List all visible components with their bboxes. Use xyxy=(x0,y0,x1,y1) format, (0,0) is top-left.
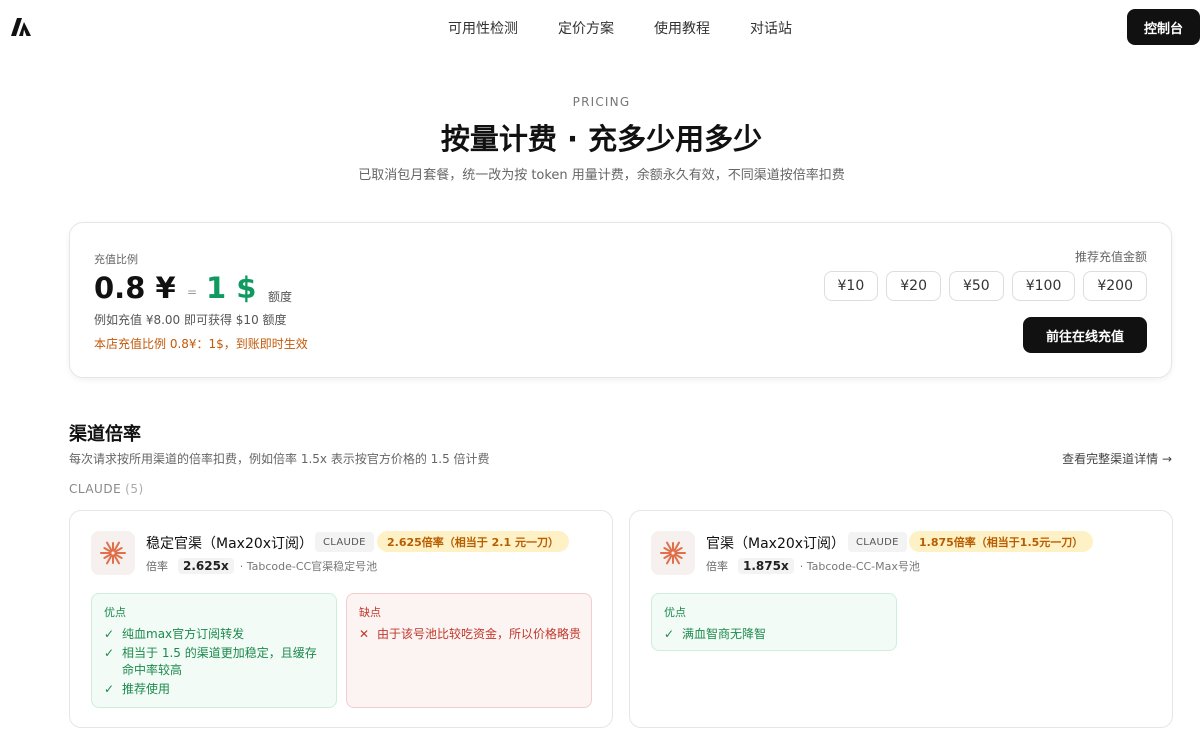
channel-tag: CLAUDE xyxy=(848,532,907,552)
rate-equals: = xyxy=(187,285,198,299)
channel-source: · Tabcode-CC官渠稳定号池 xyxy=(239,560,378,573)
channel-meta: 倍率 1.875x · Tabcode-CC-Max号池 xyxy=(706,558,920,574)
amount-chip-100[interactable]: ¥100 xyxy=(1011,271,1076,301)
group-label: CLAUDE (5) xyxy=(69,482,144,496)
pros-title: 优点 xyxy=(104,606,126,619)
amount-chip-20[interactable]: ¥20 xyxy=(886,271,941,301)
channel-multiplier: 1.875x xyxy=(738,558,794,574)
page-title: 按量计费 · 充多少用多少 xyxy=(440,122,763,156)
group-name: CLAUDE xyxy=(69,482,122,496)
nav-item-chat[interactable]: 对话站 xyxy=(750,18,792,38)
rate-note: 本店充值比例 0.8¥：1$，到账即时生效 xyxy=(94,337,308,351)
channel-rate-badge: 2.625倍率（相当于 2.1 元一刀） xyxy=(377,531,569,552)
pros-item: ✓ 推荐使用 xyxy=(104,682,171,696)
channel-details-link[interactable]: 查看完整渠道详情 → xyxy=(1062,450,1172,467)
cross-icon: ✕ xyxy=(359,627,370,641)
rate-cny: 0.8 ¥ xyxy=(94,271,176,305)
channel-meta: 倍率 2.625x · Tabcode-CC官渠稳定号池 xyxy=(146,558,377,574)
page-subtitle: 已取消包月套餐，统一改为按 token 用量计费，余额永久有效，不同渠道按倍率扣… xyxy=(358,168,845,183)
cons-title: 缺点 xyxy=(359,606,381,619)
recharge-rate-card: 充值比例 0.8 ¥ = 1 $ 额度 例如充值 ¥8.00 即可获得 $10 … xyxy=(69,222,1172,378)
nav-item-pricing[interactable]: 定价方案 xyxy=(558,18,614,38)
amount-chip-200[interactable]: ¥200 xyxy=(1083,271,1147,301)
check-icon: ✓ xyxy=(664,627,675,641)
pros-box: 优点 ✓ 满血智商无降智 xyxy=(651,593,897,651)
rate-label: 倍率 xyxy=(706,560,728,573)
channel-rate-badge: 1.875倍率（相当于1.5元一刀） xyxy=(909,531,1094,552)
pros-title: 优点 xyxy=(664,606,686,619)
channel-source: · Tabcode-CC-Max号池 xyxy=(799,560,920,573)
check-icon: ✓ xyxy=(104,682,115,696)
check-icon: ✓ xyxy=(104,646,115,660)
channels-title: 渠道倍率 xyxy=(69,424,141,445)
channel-card[interactable]: 官渠（Max20x订阅） CLAUDE 1.875倍率（相当于1.5元一刀） 倍… xyxy=(629,510,1173,728)
amount-options: ¥10 ¥20 ¥50 ¥100 ¥200 xyxy=(823,271,1147,301)
pros-item: ✓ 相当于 1.5 的渠道更加稳定，且缓存命中率较高 xyxy=(104,646,317,677)
channel-card[interactable]: 稳定官渠（Max20x订阅） CLAUDE 2.625倍率（相当于 2.1 元一… xyxy=(69,510,613,728)
top-nav: 可用性检测 定价方案 使用教程 对话站 xyxy=(0,18,1203,38)
channel-tag: CLAUDE xyxy=(315,532,374,552)
channel-name: 官渠（Max20x订阅） xyxy=(706,536,846,552)
recommend-label: 推荐充值金额 xyxy=(1074,250,1147,264)
channel-name: 稳定官渠（Max20x订阅） xyxy=(146,536,314,552)
rate-usd: 1 $ xyxy=(206,271,257,305)
claude-sunburst-icon xyxy=(91,531,135,575)
group-count: (5) xyxy=(125,482,144,496)
rate-label: 倍率 xyxy=(146,560,168,573)
rate-unit: 额度 xyxy=(268,290,293,304)
check-icon: ✓ xyxy=(104,627,115,641)
pros-item: ✓ 纯血max官方订阅转发 xyxy=(104,627,245,641)
channels-description: 每次请求按所用渠道的倍率扣费，例如倍率 1.5x 表示按官方价格的 1.5 倍计… xyxy=(69,452,490,466)
claude-sunburst-icon xyxy=(651,531,695,575)
rate-label: 充值比例 xyxy=(94,253,138,266)
pricing-eyebrow: PRICING xyxy=(572,95,631,109)
console-button[interactable]: 控制台 xyxy=(1127,9,1200,45)
nav-item-tutorial[interactable]: 使用教程 xyxy=(654,18,710,38)
recharge-button[interactable]: 前往在线充值 xyxy=(1023,317,1147,353)
cons-box: 缺点 ✕ 由于该号池比较吃资金，所以价格略贵 xyxy=(346,593,592,708)
nav-item-availability[interactable]: 可用性检测 xyxy=(448,18,518,38)
amount-chip-50[interactable]: ¥50 xyxy=(948,271,1004,301)
pros-box: 优点 ✓ 纯血max官方订阅转发 ✓ 相当于 1.5 的渠道更加稳定，且缓存命中率较… xyxy=(91,593,337,708)
amount-chip-10[interactable]: ¥10 xyxy=(823,271,879,301)
pros-item: ✓ 满血智商无降智 xyxy=(664,627,767,641)
rate-example: 例如充值 ¥8.00 即可获得 $10 额度 xyxy=(94,313,287,327)
channel-multiplier: 2.625x xyxy=(178,558,234,574)
cons-item: ✕ 由于该号池比较吃资金，所以价格略贵 xyxy=(359,627,582,641)
